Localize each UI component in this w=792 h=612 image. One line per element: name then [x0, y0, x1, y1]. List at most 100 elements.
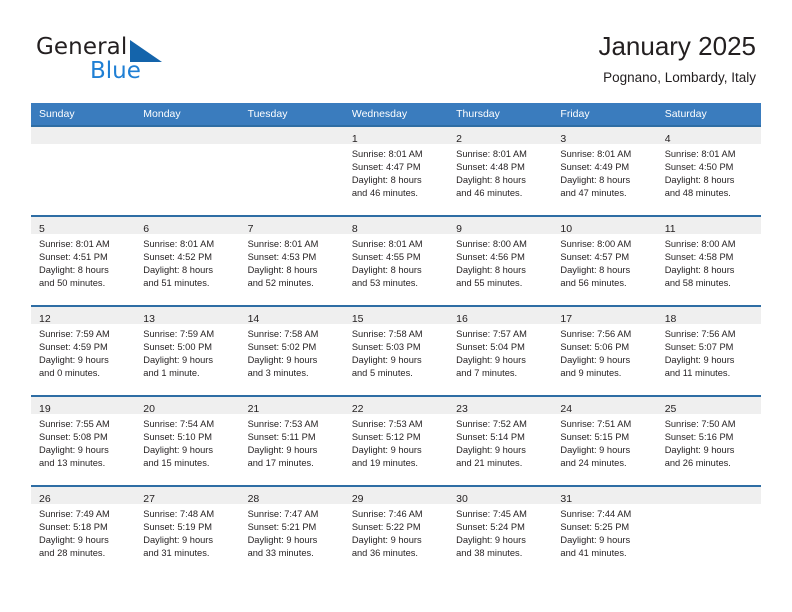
calendar-day-cell[interactable]: 30 Sunrise: 7:45 AM Sunset: 5:24 PM Dayligh… [448, 487, 553, 575]
day-number-band: 14 [239, 307, 344, 325]
sunset-text: Sunset: 5:21 PM [247, 522, 317, 533]
sunrise-text: Sunrise: 7:47 AM [247, 509, 319, 519]
calendar-day-cell[interactable]: 8 Sunrise: 8:01 AM Sunset: 4:55 PM Daylight… [343, 217, 449, 305]
day-details: Sunrise: 7:58 AM Sunset: 5:02 PM Daylight:… [240, 324, 344, 380]
calendar-day-cell[interactable]: 18 Sunrise: 7:56 AM Sunset: 5:07 PM Dayligh… [656, 307, 761, 395]
day-number: 8 [351, 223, 358, 235]
daylight-text-line2: and 46 minutes. [351, 188, 418, 199]
calendar-week-row: 12 Sunrise: 7:59 AM Sunset: 4:59 PM Dayligh… [31, 305, 761, 396]
page-title: January 2025 [598, 31, 756, 61]
day-number-band: 30 [448, 487, 553, 505]
calendar-day-cell[interactable]: 21 Sunrise: 7:53 AM Sunset: 5:11 PM Dayligh… [239, 397, 344, 485]
daylight-text-line2: and 53 minutes. [351, 278, 418, 289]
calendar-day-cell[interactable]: 7 Sunrise: 8:01 AM Sunset: 4:53 PM Daylight… [239, 217, 344, 305]
sunset-text: Sunset: 5:12 PM [351, 432, 421, 443]
sunset-text: Sunset: 4:57 PM [560, 252, 630, 263]
day-number: 12 [39, 313, 51, 325]
day-number: 25 [664, 403, 677, 415]
day-number: 4 [664, 133, 671, 145]
calendar-day-cell[interactable]: 1 Sunrise: 8:01 AM Sunset: 4:47 PM Daylight… [343, 127, 449, 215]
calendar-day-cell[interactable]: 16 Sunrise: 7:57 AM Sunset: 5:04 PM Dayligh… [448, 307, 553, 395]
calendar-day-cell[interactable]: 6 Sunrise: 8:01 AM Sunset: 4:52 PM Daylight… [135, 217, 240, 305]
calendar-day-cell[interactable]: 28 Sunrise: 7:47 AM Sunset: 5:21 PM Dayligh… [239, 487, 344, 575]
day-details: Sunrise: 7:56 AM Sunset: 5:07 PM Daylight:… [657, 324, 761, 380]
daylight-text-line1: Daylight: 8 hours [560, 175, 631, 186]
calendar-day-cell[interactable]: 27 Sunrise: 7:48 AM Sunset: 5:19 PM Dayligh… [135, 487, 240, 575]
daylight-text-line1: Daylight: 8 hours [351, 175, 422, 186]
calendar-day-cell[interactable]: 10 Sunrise: 8:00 AM Sunset: 4:57 PM Dayligh… [552, 217, 657, 305]
daylight-text-line2: and 36 minutes. [351, 548, 418, 559]
daylight-text-line2: and 51 minutes. [143, 278, 210, 289]
daylight-text-line1: Daylight: 8 hours [456, 175, 526, 186]
daylight-text-line2: and 1 minute. [143, 368, 200, 379]
day-details: Sunrise: 7:55 AM Sunset: 5:08 PM Daylight:… [31, 414, 135, 470]
day-number: 27 [143, 493, 155, 505]
sunset-text: Sunset: 5:07 PM [664, 342, 734, 353]
calendar-day-cell[interactable]: 23 Sunrise: 7:52 AM Sunset: 5:14 PM Dayligh… [448, 397, 553, 485]
daylight-text-line1: Daylight: 9 hours [247, 535, 318, 546]
calendar-day-cell[interactable]: 19 Sunrise: 7:55 AM Sunset: 5:08 PM Dayligh… [31, 397, 136, 485]
calendar-day-cell[interactable]: 31 Sunrise: 7:44 AM Sunset: 5:25 PM Dayligh… [552, 487, 657, 575]
calendar-day-cell[interactable]: 2 Sunrise: 8:01 AM Sunset: 4:48 PM Daylight… [448, 127, 553, 215]
calendar-day-cell[interactable]: 20 Sunrise: 7:54 AM Sunset: 5:10 PM Dayligh… [135, 397, 240, 485]
calendar-day-cell[interactable]: 29 Sunrise: 7:46 AM Sunset: 5:22 PM Dayligh… [343, 487, 449, 575]
calendar-day-cell[interactable]: 17 Sunrise: 7:56 AM Sunset: 5:06 PM Dayligh… [552, 307, 657, 395]
daylight-text-line1: Daylight: 9 hours [664, 445, 735, 456]
sunset-text: Sunset: 4:58 PM [664, 252, 734, 263]
day-number: 21 [247, 403, 260, 415]
day-number-band: 16 [448, 307, 553, 325]
day-number: 18 [664, 313, 677, 325]
daylight-text-line2: and 0 minutes. [39, 368, 100, 379]
day-details: Sunrise: 7:57 AM Sunset: 5:04 PM Daylight:… [448, 324, 552, 380]
daylight-text-line2: and 26 minutes. [664, 458, 731, 469]
day-number-band: 19 [31, 397, 136, 415]
day-number-band: 10 [552, 217, 657, 235]
day-details: Sunrise: 7:50 AM Sunset: 5:16 PM Daylight:… [657, 414, 761, 470]
day-details: Sunrise: 8:01 AM Sunset: 4:47 PM Daylight:… [344, 144, 448, 200]
day-details: Sunrise: 7:56 AM Sunset: 5:06 PM Daylight:… [552, 324, 656, 380]
calendar-day-cell[interactable]: 4 Sunrise: 8:01 AM Sunset: 4:50 PM Daylight… [656, 127, 761, 215]
calendar-day-cell[interactable]: 12 Sunrise: 7:59 AM Sunset: 4:59 PM Dayligh… [31, 307, 136, 395]
sunrise-text: Sunrise: 7:48 AM [143, 509, 215, 519]
day-number: 13 [143, 313, 155, 325]
calendar-day-cell[interactable]: 11 Sunrise: 8:00 AM Sunset: 4:58 PM Dayligh… [656, 217, 761, 305]
daylight-text-line2: and 19 minutes. [351, 458, 418, 469]
calendar-day-cell[interactable]: 9 Sunrise: 8:00 AM Sunset: 4:56 PM Daylight… [448, 217, 553, 305]
sunrise-text: Sunrise: 7:45 AM [456, 509, 527, 519]
day-details: Sunrise: 8:01 AM Sunset: 4:50 PM Daylight:… [657, 144, 761, 200]
daylight-text-line2: and 7 minutes. [456, 368, 518, 379]
calendar-day-cell[interactable]: 5 Sunrise: 8:01 AM Sunset: 4:51 PM Daylight… [31, 217, 136, 305]
day-number-band: 2 [448, 127, 553, 145]
daylight-text-line2: and 9 minutes. [560, 368, 622, 379]
day-details: Sunrise: 7:58 AM Sunset: 5:03 PM Daylight:… [344, 324, 448, 380]
calendar-day-cell[interactable]: 13 Sunrise: 7:59 AM Sunset: 5:00 PM Dayligh… [135, 307, 240, 395]
sunset-text: Sunset: 4:47 PM [351, 162, 421, 173]
daylight-text-line2: and 3 minutes. [247, 368, 309, 379]
daylight-text-line2: and 17 minutes. [247, 458, 314, 469]
day-number-band: 26 [31, 487, 136, 505]
day-details: Sunrise: 7:45 AM Sunset: 5:24 PM Daylight:… [448, 504, 552, 560]
calendar-day-cell[interactable]: 22 Sunrise: 7:53 AM Sunset: 5:12 PM Dayligh… [343, 397, 449, 485]
day-number: 24 [560, 403, 573, 415]
day-number-band: 25 [656, 397, 761, 415]
day-number: 26 [39, 493, 51, 505]
daylight-text-line2: and 48 minutes. [664, 188, 731, 199]
calendar-day-cell[interactable]: 24 Sunrise: 7:51 AM Sunset: 5:15 PM Dayligh… [552, 397, 657, 485]
sunrise-text: Sunrise: 7:59 AM [39, 329, 110, 339]
title-block: January 2025 Pognano, Lombardy, Italy [598, 30, 756, 88]
calendar-day-cell[interactable]: 3 Sunrise: 8:01 AM Sunset: 4:49 PM Daylight… [552, 127, 657, 215]
daylight-text-line2: and 41 minutes. [560, 548, 627, 559]
weekday-header-wednesday: Wednesday [343, 103, 449, 126]
calendar-day-cell[interactable]: 26 Sunrise: 7:49 AM Sunset: 5:18 PM Dayligh… [31, 487, 136, 575]
sunset-text: Sunset: 4:52 PM [143, 252, 213, 263]
day-number: 10 [560, 223, 573, 235]
day-number-band [31, 127, 136, 144]
calendar-day-cell[interactable]: 15 Sunrise: 7:58 AM Sunset: 5:03 PM Dayligh… [343, 307, 449, 395]
sunrise-text: Sunrise: 7:53 AM [351, 419, 423, 429]
daylight-text-line2: and 21 minutes. [456, 458, 523, 469]
calendar-day-cell[interactable]: 14 Sunrise: 7:58 AM Sunset: 5:02 PM Dayligh… [239, 307, 344, 395]
calendar-day-cell[interactable]: 25 Sunrise: 7:50 AM Sunset: 5:16 PM Dayligh… [656, 397, 761, 485]
sunrise-text: Sunrise: 7:56 AM [664, 329, 736, 339]
sunrise-text: Sunrise: 8:01 AM [143, 239, 215, 249]
brand-logo[interactable]: General Blue [36, 34, 236, 90]
